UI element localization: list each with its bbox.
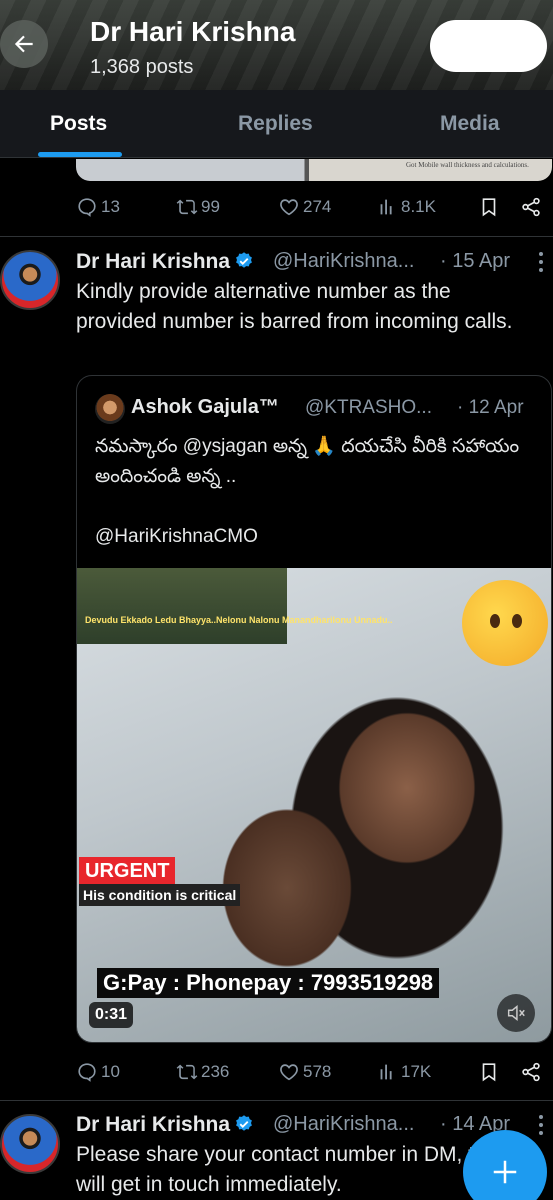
more-options-icon[interactable] — [536, 1113, 546, 1137]
heart-icon — [280, 199, 298, 216]
views-icon — [380, 199, 395, 215]
plus-icon — [493, 1160, 517, 1184]
repost-count: 99 — [201, 197, 220, 216]
back-button[interactable] — [0, 20, 48, 68]
divider — [0, 236, 553, 237]
repost-icon — [176, 199, 198, 215]
views-icon — [380, 1064, 392, 1080]
share-icon — [522, 197, 540, 217]
reply-icon — [78, 1063, 96, 1082]
heart-icon — [280, 1064, 298, 1081]
active-tab-indicator — [38, 152, 122, 157]
divider — [0, 1100, 553, 1101]
views-button[interactable]: 8.1K — [376, 196, 436, 218]
bookmark-button[interactable] — [478, 196, 500, 218]
profile-tabs: Posts Replies Media — [0, 90, 553, 158]
avatar[interactable] — [0, 1114, 60, 1174]
tweet-author-name[interactable]: Dr Hari Krishna — [76, 1113, 254, 1137]
like-count: 274 — [303, 197, 332, 216]
repost-count: 236 — [201, 1062, 230, 1081]
more-options-icon[interactable] — [536, 250, 546, 274]
tweet-text: Please share your contact number in DM, … — [76, 1143, 515, 1196]
like-count: 578 — [303, 1062, 332, 1081]
quote-video[interactable]: Devudu Ekkado Ledu Bhayya..Nelonu Nalonu… — [77, 568, 551, 1042]
views-button[interactable]: 17K — [376, 1061, 431, 1083]
posts-count: 1,368 posts — [90, 56, 194, 78]
repost-button[interactable]: 236 — [176, 1061, 229, 1083]
quote-avatar[interactable] — [95, 394, 125, 424]
quote-date: · 12 Apr — [457, 397, 524, 418]
speaker-muted-icon — [507, 1005, 525, 1021]
quote-author-handle[interactable]: @KTRASHO... — [305, 397, 432, 419]
tweet-text: Kindly provide alternative number as the… — [76, 280, 513, 333]
bookmark-icon — [482, 1063, 496, 1082]
profile-header: Dr Hari Krishna 1,368 posts — [0, 0, 553, 90]
mute-button[interactable] — [497, 994, 535, 1032]
like-button[interactable]: 274 — [278, 196, 331, 218]
verified-badge-icon — [236, 252, 252, 268]
prev-tweet-media[interactable]: Got Mobile wall thickness and calculatio… — [76, 159, 552, 181]
quote-author-name[interactable]: Ashok Gajula™ — [131, 396, 279, 419]
follow-button[interactable] — [430, 20, 547, 72]
share-button[interactable] — [520, 196, 542, 218]
repost-button[interactable]: 99 — [176, 196, 220, 218]
urgent-label: URGENT — [79, 857, 176, 886]
condition-label: His condition is critical — [79, 884, 241, 906]
compose-button[interactable] — [463, 1130, 547, 1200]
tweet-author-handle[interactable]: @HariKrishna... — [273, 1113, 414, 1136]
repost-icon — [176, 1064, 198, 1080]
prev-media-text: Got Mobile wall thickness and calculatio… — [406, 161, 529, 169]
quote-text: నమస్కారం @ysjagan అన్న 🙏 దయచేసి వీరికి స… — [95, 436, 520, 547]
views-count: 8.1K — [401, 197, 436, 216]
video-inset-frame — [77, 568, 287, 644]
payment-label: G:Pay : Phonepay : 7993519298 — [97, 968, 440, 998]
tab-replies[interactable]: Replies — [238, 112, 313, 136]
reply-count: 10 — [101, 1062, 120, 1081]
avatar[interactable] — [0, 250, 60, 310]
quoted-tweet[interactable]: Ashok Gajula™ @KTRASHO... · 12 Apr నమస్క… — [76, 375, 552, 1043]
tab-media[interactable]: Media — [440, 112, 500, 136]
views-count: 17K — [401, 1062, 432, 1081]
author-name-text: Dr Hari Krishna — [76, 1113, 231, 1136]
video-inset-caption: Devudu Ekkado Ledu Bhayya..Nelonu Nalonu… — [85, 615, 393, 625]
verified-badge-icon — [236, 1115, 252, 1131]
video-duration: 0:31 — [89, 1002, 134, 1028]
tweet-author-handle[interactable]: @HariKrishna... — [273, 250, 414, 273]
reply-button[interactable]: 10 — [76, 1061, 120, 1083]
like-button[interactable]: 578 — [278, 1061, 331, 1083]
tab-posts[interactable]: Posts — [50, 112, 107, 136]
share-button[interactable] — [520, 1061, 542, 1083]
reply-count: 13 — [101, 197, 120, 216]
author-name-text: Dr Hari Krishna — [76, 250, 231, 273]
tweet-date[interactable]: · 15 Apr — [440, 250, 510, 273]
bookmark-button[interactable] — [478, 1061, 500, 1083]
tweet-author-name[interactable]: Dr Hari Krishna — [76, 250, 254, 274]
reply-button[interactable]: 13 — [76, 196, 120, 218]
tweet-actions: 10 236 578 17K — [76, 1057, 546, 1087]
prev-tweet-actions: 13 99 274 8.1K — [76, 192, 546, 222]
bookmark-icon — [482, 198, 496, 217]
sad-face-emoji-icon — [462, 580, 548, 666]
share-icon — [522, 1062, 540, 1082]
profile-name: Dr Hari Krishna — [90, 16, 296, 47]
reply-icon — [78, 198, 96, 217]
arrow-left-icon — [14, 35, 33, 53]
